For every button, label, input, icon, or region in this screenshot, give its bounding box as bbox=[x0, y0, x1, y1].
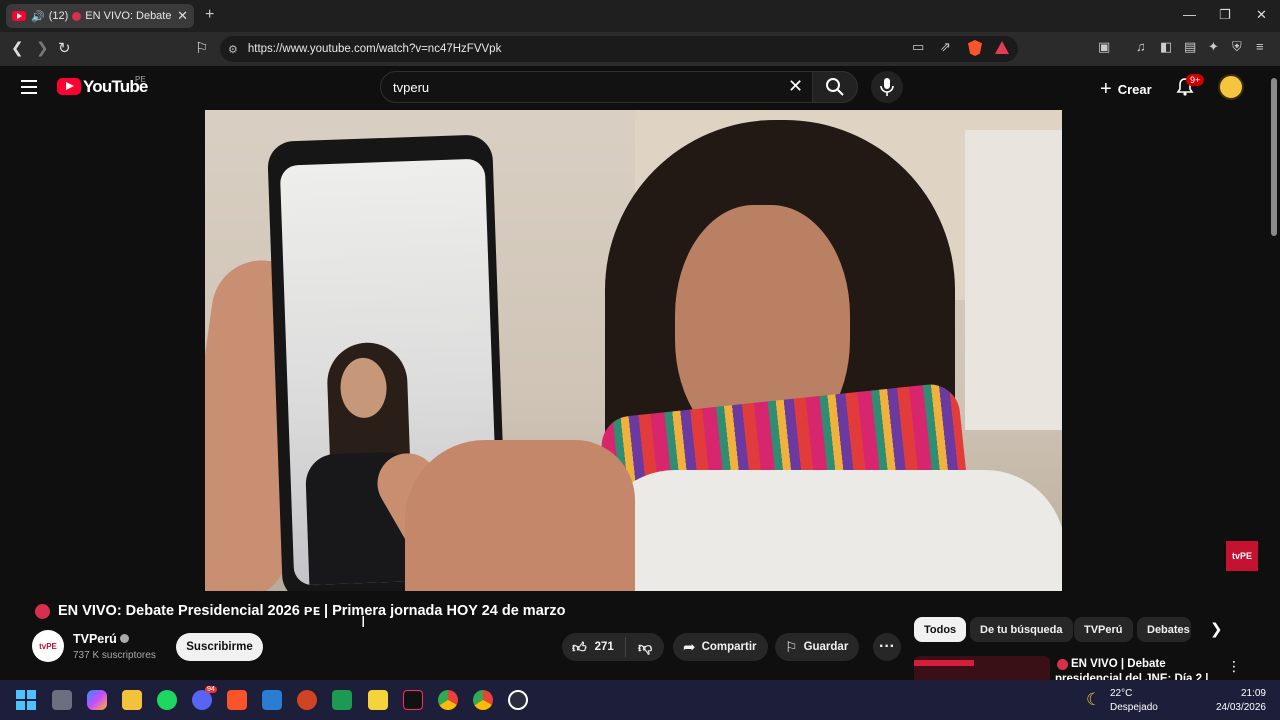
text-cursor-icon: I bbox=[361, 614, 366, 631]
new-tab-icon[interactable]: + bbox=[205, 6, 214, 24]
chip-debates[interactable]: Debates bbox=[1137, 617, 1191, 642]
account-avatar[interactable] bbox=[1218, 74, 1244, 100]
music-icon[interactable]: ♫ bbox=[1136, 39, 1146, 54]
recommended-video-thumbnail[interactable] bbox=[914, 656, 1050, 680]
chip-todos[interactable]: Todos bbox=[914, 617, 967, 642]
save-button[interactable]: ⚐ Guardar bbox=[775, 633, 859, 661]
chip-de-tu-busqueda[interactable]: De tu búsqueda bbox=[970, 617, 1073, 642]
site-settings-icon[interactable]: ⚙ bbox=[228, 43, 238, 56]
url-text: https://www.youtube.com/watch?v=nc47HzFV… bbox=[247, 43, 502, 55]
video-player[interactable] bbox=[205, 110, 1062, 591]
bookmark-icon[interactable]: ⚐ bbox=[195, 39, 208, 57]
share-page-icon[interactable]: ⇗ bbox=[940, 39, 951, 55]
share-icon: ➦ bbox=[683, 639, 696, 656]
search-button[interactable] bbox=[812, 71, 858, 103]
moon-weather-icon[interactable]: ☾ bbox=[1086, 690, 1101, 710]
speaker-icon[interactable]: 🔊 bbox=[31, 10, 45, 23]
discord-badge: 94 bbox=[205, 686, 217, 693]
verified-icon bbox=[120, 634, 129, 643]
guide-menu-icon[interactable] bbox=[21, 80, 37, 98]
address-bar[interactable]: ⚙ https://www.youtube.com/watch?v=nc47Hz… bbox=[220, 36, 1018, 62]
like-button[interactable]: 👍︎ 271 bbox=[562, 637, 626, 657]
temperature: 22°C bbox=[1110, 688, 1133, 699]
like-dislike-group: 👍︎ 271 👎︎ bbox=[562, 633, 664, 661]
youtube-favicon-icon bbox=[12, 11, 26, 21]
save-label: Guardar bbox=[803, 641, 849, 653]
thumbs-up-icon: 👍︎ bbox=[572, 638, 587, 655]
chip-tvperu[interactable]: TVPerú bbox=[1074, 617, 1133, 642]
clear-search-icon[interactable]: ✕ bbox=[788, 76, 803, 97]
recommended-video-title[interactable]: EN VIVO | Debate presidencial del JNE: D… bbox=[1055, 657, 1225, 680]
video-title: EN VIVO: Debate Presidencial 2026 ᴘᴇ | P… bbox=[58, 603, 566, 619]
more-actions-button[interactable]: ··· bbox=[873, 633, 901, 661]
word-icon[interactable] bbox=[262, 690, 282, 710]
plus-icon: + bbox=[1100, 78, 1112, 100]
chips-next-icon[interactable]: ❯ bbox=[1210, 620, 1223, 638]
discord-icon[interactable] bbox=[192, 690, 212, 710]
brave-rewards-icon[interactable] bbox=[995, 41, 1009, 54]
tab-close-icon[interactable]: ✕ bbox=[177, 8, 188, 24]
search-icon bbox=[826, 78, 844, 96]
file-explorer-icon[interactable] bbox=[122, 690, 142, 710]
browser-tab-bar: 🔊 (12) EN VIVO: Debate Pre ✕ + — ❐ ✕ bbox=[0, 0, 1280, 32]
live-dot-icon bbox=[72, 11, 82, 21]
scrollbar-thumb[interactable] bbox=[1271, 78, 1277, 236]
country-code: PE bbox=[135, 75, 146, 84]
like-count: 271 bbox=[594, 641, 614, 653]
minimize-icon[interactable]: — bbox=[1183, 7, 1196, 22]
screenshot-icon[interactable]: ▣ bbox=[1098, 39, 1110, 55]
reload-icon[interactable]: ↻ bbox=[58, 39, 71, 57]
browser-tab[interactable]: 🔊 (12) EN VIVO: Debate Pre ✕ bbox=[6, 4, 194, 28]
channel-name[interactable]: TVPerú bbox=[73, 632, 117, 646]
subscriber-count: 737 K suscriptores bbox=[73, 650, 156, 661]
task-view-icon[interactable] bbox=[52, 690, 72, 710]
cast-icon[interactable]: ▭ bbox=[912, 39, 924, 55]
voice-search-button[interactable] bbox=[871, 71, 903, 103]
share-label: Compartir bbox=[701, 641, 757, 653]
brave-taskbar-icon[interactable] bbox=[227, 690, 247, 710]
start-button-icon[interactable] bbox=[16, 690, 36, 710]
maximize-icon[interactable]: ❐ bbox=[1219, 7, 1231, 23]
bookmark-save-icon: ⚐ bbox=[785, 638, 798, 655]
dislike-button[interactable]: 👎︎ bbox=[626, 639, 652, 656]
clock-time[interactable]: 21:09 bbox=[1214, 688, 1266, 699]
chrome-icon[interactable] bbox=[438, 690, 458, 710]
subscribe-button[interactable]: Suscribirme bbox=[176, 633, 263, 661]
live-indicator-icon bbox=[35, 604, 50, 619]
share-button[interactable]: ➦ Compartir bbox=[673, 633, 768, 661]
sidebar-icon[interactable]: ◧ bbox=[1160, 39, 1172, 55]
wallet-icon[interactable]: ▤ bbox=[1184, 39, 1196, 55]
chrome-profile-icon[interactable] bbox=[473, 690, 493, 710]
create-button[interactable]: + Crear bbox=[1100, 78, 1152, 101]
channel-avatar[interactable]: tvPE bbox=[32, 630, 64, 662]
back-icon[interactable]: ❮ bbox=[11, 39, 24, 57]
search-value: tvperu bbox=[393, 79, 430, 95]
excel-icon[interactable] bbox=[332, 690, 352, 710]
notification-badge: 9+ bbox=[1186, 74, 1205, 86]
create-label: Crear bbox=[1117, 82, 1152, 97]
channel-watermark: tvPE bbox=[1226, 541, 1258, 571]
more-icon: ··· bbox=[879, 638, 895, 655]
tiktok-icon[interactable] bbox=[403, 690, 423, 710]
copilot-icon[interactable] bbox=[87, 690, 107, 710]
youtube-logo-icon[interactable] bbox=[57, 78, 81, 95]
powerpoint-icon[interactable] bbox=[297, 690, 317, 710]
window-close-icon[interactable]: ✕ bbox=[1256, 7, 1267, 23]
weather-description: Despejado bbox=[1110, 702, 1158, 713]
sticky-notes-icon[interactable] bbox=[368, 690, 388, 710]
vpn-icon[interactable]: ⛨ bbox=[1232, 39, 1242, 55]
recommended-menu-icon[interactable]: ⋮ bbox=[1227, 658, 1241, 675]
search-input[interactable]: tvperu bbox=[380, 71, 816, 103]
app-clock-icon[interactable] bbox=[508, 690, 528, 710]
tab-title: EN VIVO: Debate Pre bbox=[85, 10, 173, 22]
leo-ai-icon[interactable]: ✦ bbox=[1208, 39, 1219, 55]
menu-icon[interactable]: ≡ bbox=[1256, 39, 1264, 54]
forward-icon[interactable]: ❯ bbox=[36, 39, 49, 57]
browser-toolbar: ❮ ❯ ↻ ⚐ ⚙ https://www.youtube.com/watch?… bbox=[0, 32, 1280, 66]
clock-date[interactable]: 24/03/2026 bbox=[1206, 702, 1266, 713]
app-icon[interactable] bbox=[157, 690, 177, 710]
tab-notification-count: (12) bbox=[48, 10, 69, 22]
microphone-icon bbox=[880, 78, 894, 96]
